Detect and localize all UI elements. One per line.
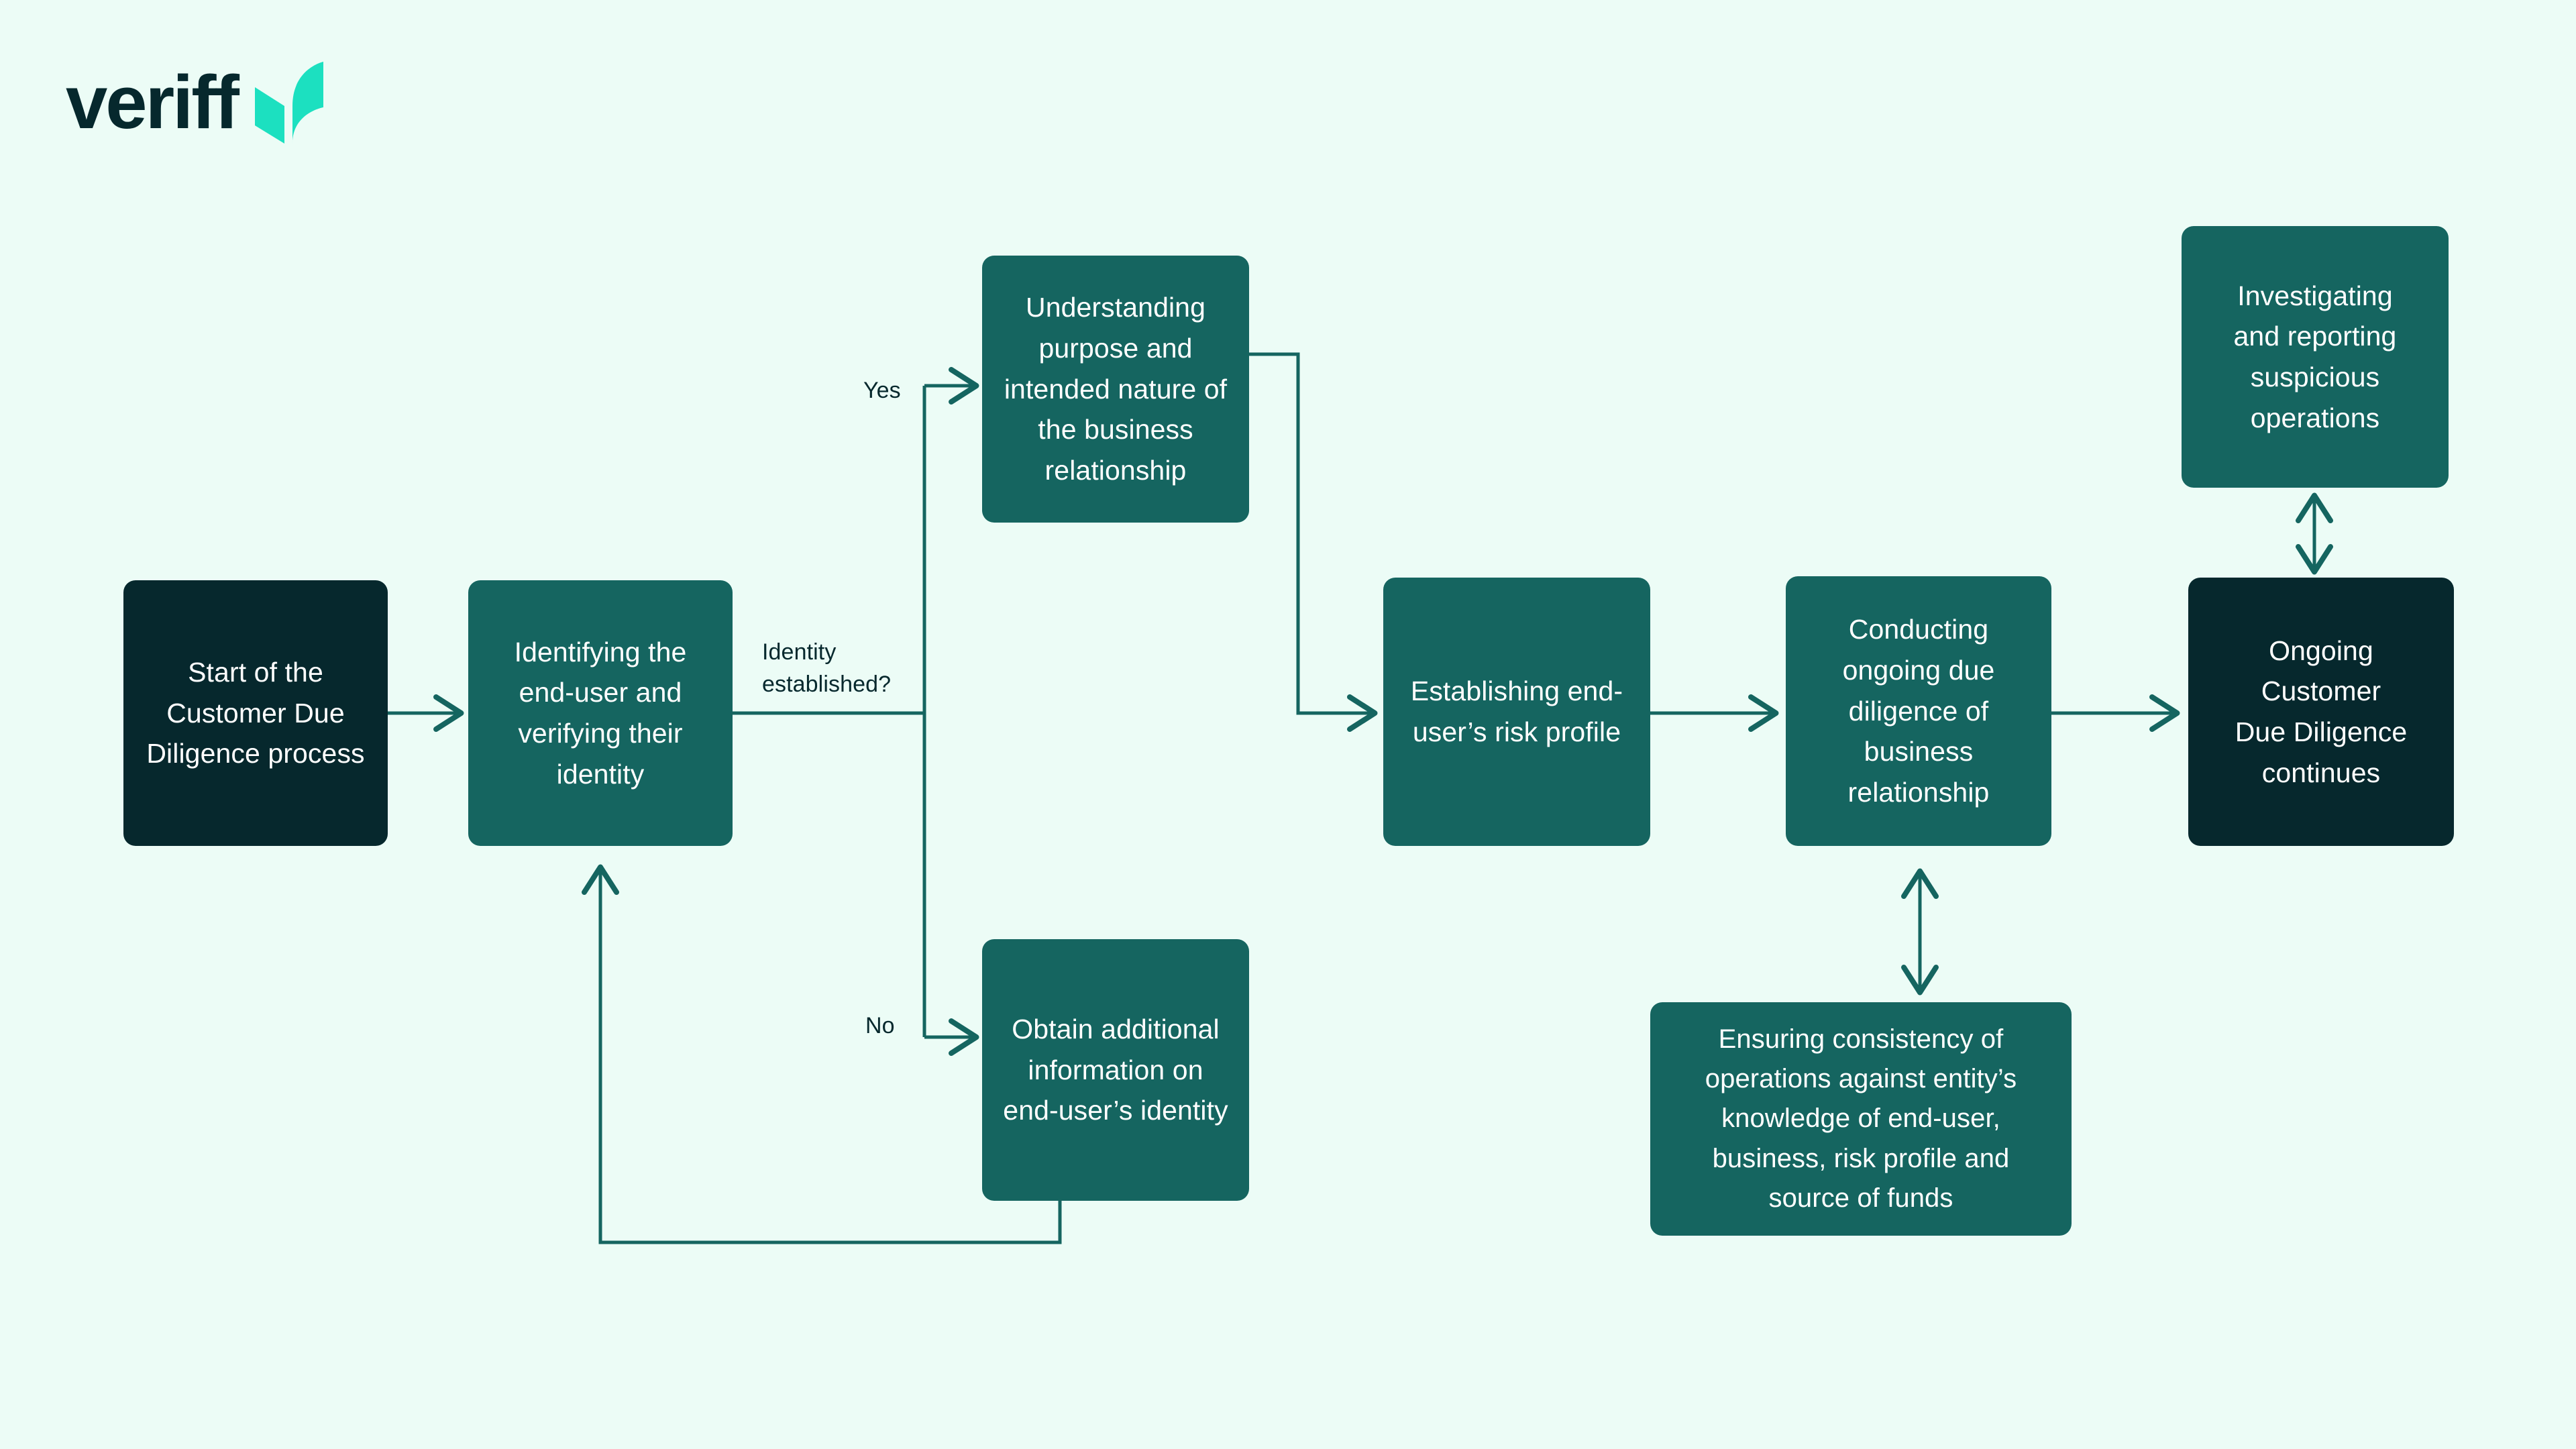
node-start[interactable]: Start of the Customer Due Diligence proc…	[123, 580, 388, 846]
node-investigating-reporting[interactable]: Investigating and reporting suspicious o…	[2182, 226, 2449, 488]
edge-label-identity-established: Identity established?	[762, 639, 892, 698]
logo-wordmark: veriff	[66, 60, 239, 144]
veriff-leaf-mark-icon	[254, 62, 323, 144]
edge-understand-to-risk	[1249, 352, 1378, 732]
node-establishing-risk-profile[interactable]: Establishing end- user’s risk profile	[1383, 578, 1650, 846]
node-ongoing-cdd-continues[interactable]: Ongoing Customer Due Diligence continues	[2188, 578, 2454, 846]
node-conducting-ongoing-due-diligence[interactable]: Conducting ongoing due diligence of busi…	[1786, 576, 2051, 846]
edge-label-no: No	[865, 1013, 895, 1038]
flowchart-canvas: veriff Start of the Customer Due Diligen…	[0, 0, 2576, 1449]
node-ensuring-consistency[interactable]: Ensuring consistency of operations again…	[1650, 1002, 2072, 1236]
node-understanding-purpose[interactable]: Understanding purpose and intended natur…	[982, 256, 1249, 523]
node-identify-end-user[interactable]: Identifying the end-user and verifying t…	[468, 580, 733, 846]
edge-label-yes: Yes	[863, 378, 901, 403]
node-obtain-additional-information[interactable]: Obtain additional information on end-use…	[982, 939, 1249, 1201]
veriff-logo[interactable]: veriff	[66, 59, 326, 146]
